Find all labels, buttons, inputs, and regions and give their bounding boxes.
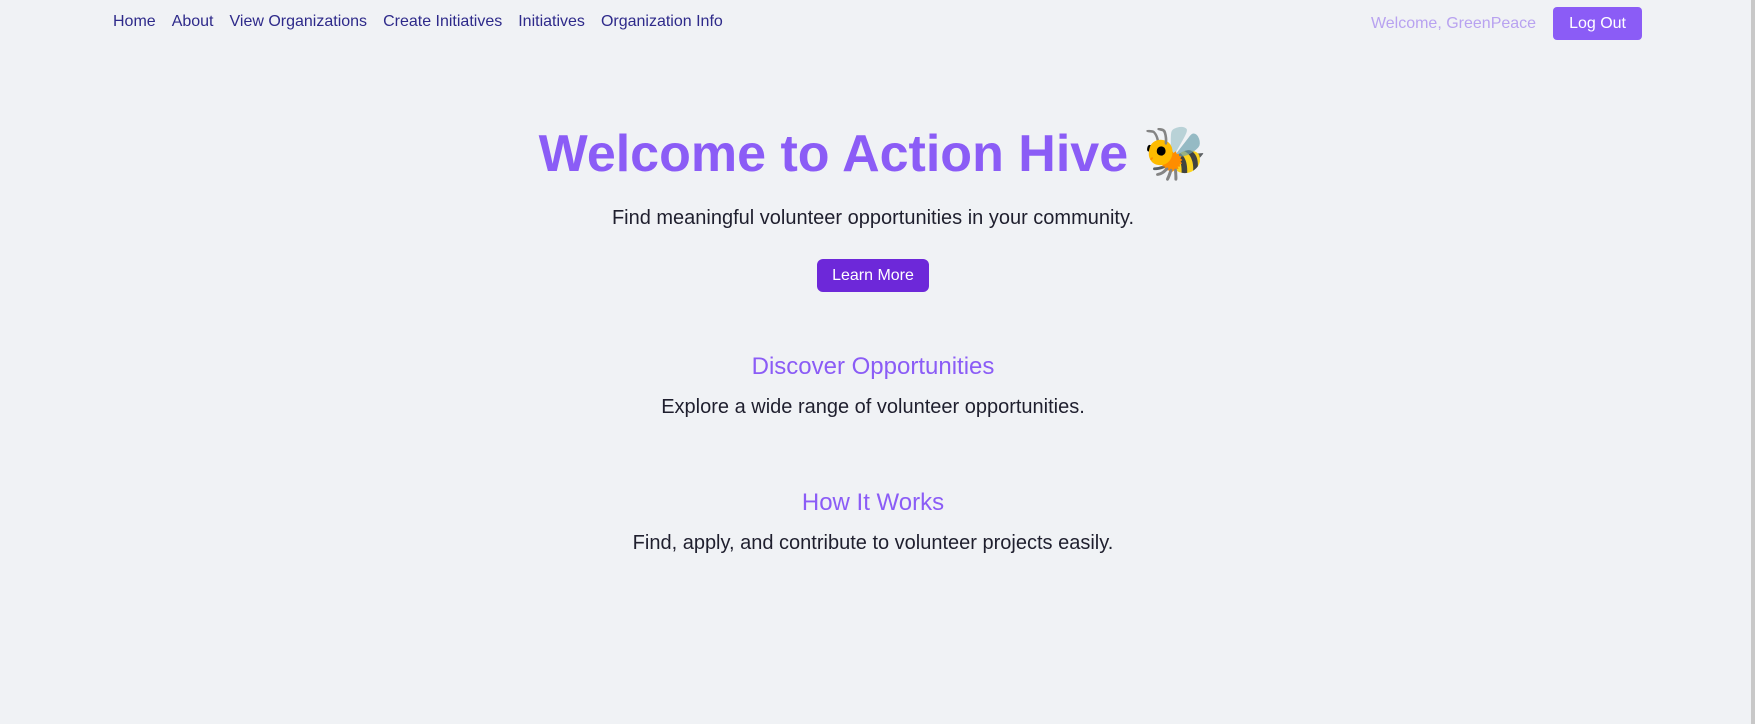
nav-link-create-initiatives[interactable]: Create Initiatives [383, 13, 502, 31]
page-title-text: Welcome to Action Hive [538, 125, 1129, 183]
section-text: Find, apply, and contribute to volunteer… [632, 532, 1114, 554]
vertical-scrollbar[interactable] [1751, 0, 1755, 724]
nav-user-area: Welcome, GreenPeace Log Out [1371, 7, 1642, 40]
page-title: Welcome to Action Hive 🐝 [0, 122, 1746, 186]
how-it-works-section: How It Works Find, apply, and contribute… [0, 488, 1746, 555]
nav-link-initiatives[interactable]: Initiatives [518, 13, 585, 31]
welcome-user-text: Welcome, GreenPeace [1370, 14, 1537, 32]
hero-subtitle: Find meaningful volunteer opportunities … [611, 207, 1135, 229]
nav-links: Home About View Organizations Create Ini… [113, 13, 723, 31]
section-title: Discover Opportunities [751, 353, 995, 380]
discover-opportunities-section: Discover Opportunities Explore a wide ra… [0, 352, 1746, 419]
learn-more-button[interactable]: Learn More [817, 259, 929, 292]
bee-icon: 🐝 [1142, 125, 1208, 183]
top-navbar: Home About View Organizations Create Ini… [0, 0, 1755, 48]
section-text: Explore a wide range of volunteer opport… [661, 396, 1085, 418]
nav-link-home[interactable]: Home [113, 13, 156, 31]
nav-link-about[interactable]: About [172, 13, 214, 31]
logout-button[interactable]: Log Out [1553, 7, 1642, 40]
nav-link-view-organizations[interactable]: View Organizations [230, 13, 368, 31]
hero-section: Welcome to Action Hive 🐝 Find meaningful… [0, 122, 1746, 292]
section-title: How It Works [801, 489, 945, 516]
nav-link-organization-info[interactable]: Organization Info [601, 13, 723, 31]
